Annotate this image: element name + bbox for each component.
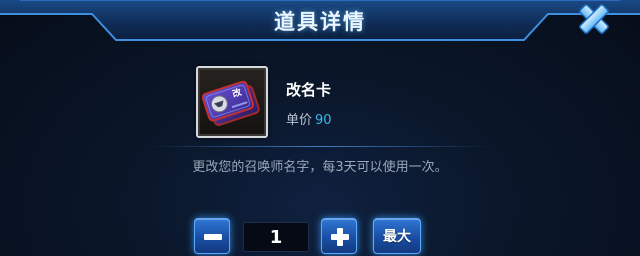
- price-row: 单价 90: [286, 109, 332, 128]
- item-detail-dialog: 道具详情 改 改名卡 单价 90 更改您的召唤师名字，每3天可以使用一次。 1 …: [0, 0, 640, 256]
- dialog-title: 道具详情: [274, 10, 366, 34]
- price-label: 单价: [286, 113, 313, 128]
- divider: [150, 146, 490, 147]
- price-value: 90: [315, 113, 332, 128]
- increase-quantity-button[interactable]: [321, 218, 357, 254]
- rename-card-icon: 改: [201, 80, 260, 126]
- plus-icon: [331, 228, 349, 246]
- max-button-label: 最大: [383, 229, 411, 245]
- item-description: 更改您的召唤师名字，每3天可以使用一次。: [192, 160, 448, 175]
- item-icon-frame: 改: [196, 66, 268, 138]
- quantity-input[interactable]: [243, 222, 309, 252]
- close-button[interactable]: [566, 0, 622, 38]
- max-quantity-button[interactable]: 最大: [373, 218, 421, 254]
- dialog-header: 道具详情: [0, 0, 640, 42]
- item-name: 改名卡: [286, 81, 332, 99]
- close-x-icon: [579, 4, 609, 34]
- minus-icon: [204, 234, 222, 240]
- decrease-quantity-button[interactable]: [194, 218, 230, 254]
